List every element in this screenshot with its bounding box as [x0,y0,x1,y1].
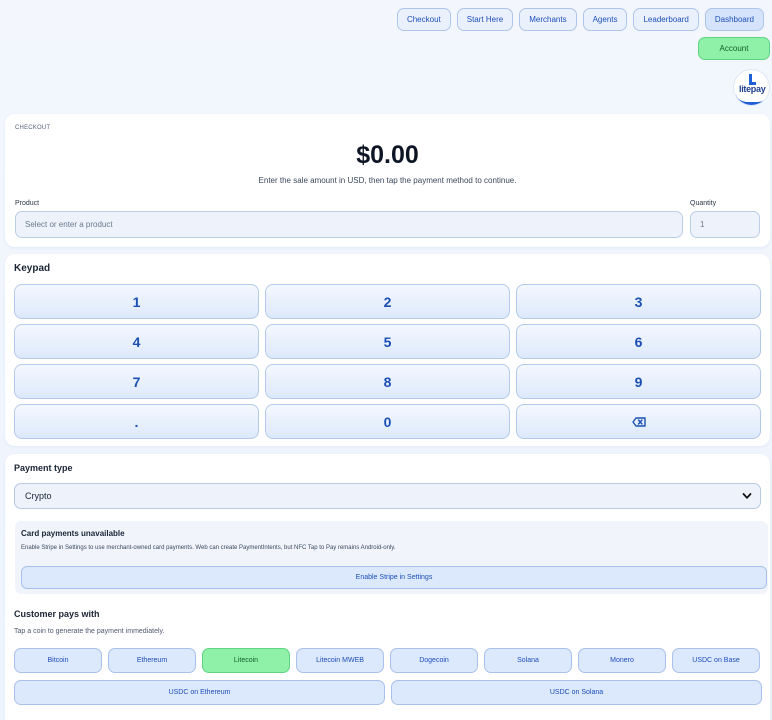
nav-agents[interactable]: Agents [582,8,628,31]
keypad-title: Keypad [14,263,51,274]
customer-pays-title: Customer pays with [14,609,100,619]
key-2[interactable]: 2 [265,284,510,319]
coin-solana[interactable]: Solana [484,648,572,673]
top-nav: Checkout Start Here Merchants Agents Lea… [396,8,764,31]
logo-swoosh-icon [736,94,769,105]
coin-litecoin-mweb[interactable]: Litecoin MWEB [296,648,384,673]
key-6[interactable]: 6 [516,324,761,359]
enable-stripe-button[interactable]: Enable Stripe in Settings [21,566,767,589]
notice-text: Enable Stripe in Settings to use merchan… [21,545,396,551]
account-button[interactable]: Account [698,37,770,60]
key-5[interactable]: 5 [265,324,510,359]
checkout-card: CHECKOUT $0.00 Enter the sale amount in … [5,114,770,247]
coin-litecoin[interactable]: Litecoin [202,648,290,673]
key-decimal[interactable]: . [14,404,259,439]
payment-type-select[interactable]: Crypto [14,483,761,509]
coin-row: Bitcoin Ethereum Litecoin Litecoin MWEB … [14,648,760,673]
coin-usdc-ethereum[interactable]: USDC on Ethereum [14,680,385,705]
customer-pays-hint: Tap a coin to generate the payment immed… [14,628,165,635]
quantity-label: Quantity [690,200,717,207]
coin-usdc-solana[interactable]: USDC on Solana [391,680,762,705]
nav-merchants[interactable]: Merchants [519,8,577,31]
payment-type-title: Payment type [14,463,73,473]
key-8[interactable]: 8 [265,364,510,399]
coin-dogecoin[interactable]: Dogecoin [390,648,478,673]
sale-amount: $0.00 [356,141,419,169]
payment-card: Payment type Crypto Card payments unavai… [5,454,770,720]
nav-dashboard[interactable]: Dashboard [704,8,764,31]
key-3[interactable]: 3 [516,284,761,319]
key-9[interactable]: 9 [516,364,761,399]
coin-row-2: USDC on Ethereum USDC on Solana [14,680,762,705]
backspace-icon [631,416,646,427]
nav-leaderboard[interactable]: Leaderboard [633,8,699,31]
coin-ethereum[interactable]: Ethereum [108,648,196,673]
notice-title: Card payments unavailable [21,529,125,538]
key-0[interactable]: 0 [265,404,510,439]
nav-start-here[interactable]: Start Here [456,8,514,31]
logo-wordmark: litepay [739,84,766,94]
keypad-grid: 1 2 3 4 5 6 7 8 9 . 0 [14,284,761,439]
nav-checkout[interactable]: Checkout [396,8,451,31]
checkout-eyebrow: CHECKOUT [15,125,51,131]
product-input[interactable]: Select or enter a product [15,211,683,238]
coin-usdc-base[interactable]: USDC on Base [672,648,760,673]
keypad-card: Keypad 1 2 3 4 5 6 7 8 9 . 0 [5,254,770,446]
key-4[interactable]: 4 [14,324,259,359]
litepay-logo[interactable]: litepay [733,69,770,106]
key-backspace[interactable] [516,404,761,439]
coin-bitcoin[interactable]: Bitcoin [14,648,102,673]
key-1[interactable]: 1 [14,284,259,319]
product-label: Product [15,200,40,207]
checkout-hint: Enter the sale amount in USD, then tap t… [258,176,517,185]
quantity-input[interactable]: 1 [690,211,760,238]
coin-monero[interactable]: Monero [578,648,666,673]
payment-type-value: Crypto [25,491,52,501]
chevron-down-icon [742,493,752,499]
key-7[interactable]: 7 [14,364,259,399]
card-unavailable-notice: Card payments unavailable Enable Stripe … [15,521,768,594]
